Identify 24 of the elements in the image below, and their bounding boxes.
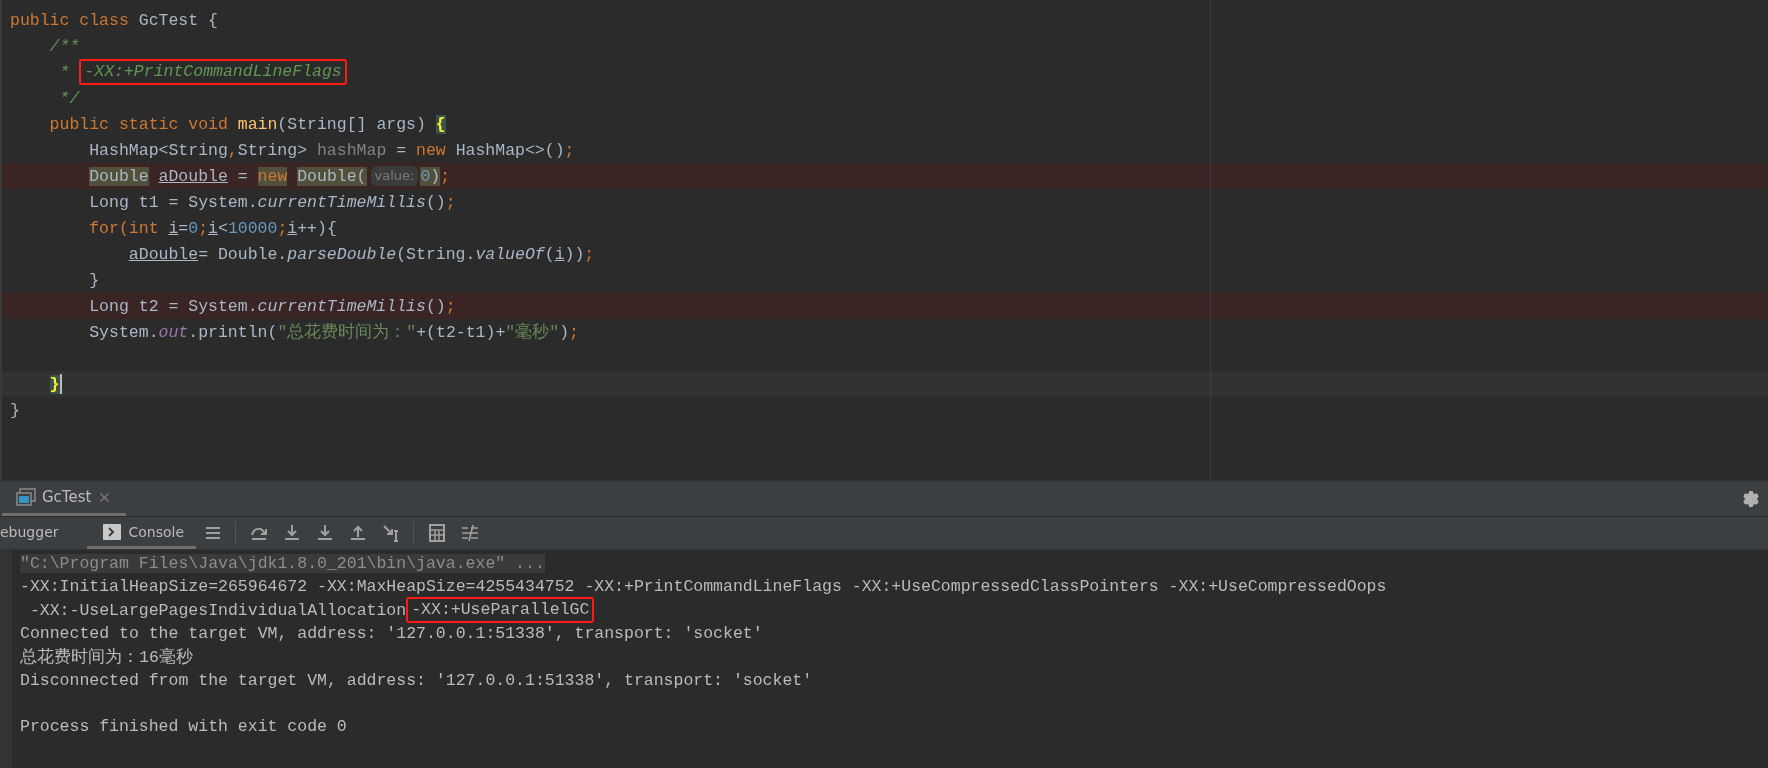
code-line: }: [9, 399, 21, 422]
console-line: Connected to the target VM, address: '127.0.0.1:51338', transport: 'socket': [20, 623, 764, 646]
code-line: for(int i=0;i<10000;i++){: [88, 217, 338, 240]
annotated-text: -XX:+PrintCommandLineFlags: [79, 59, 347, 85]
code-text: *: [58, 62, 71, 82]
code-line: public class GcTest {: [9, 9, 219, 32]
code-text: Double aDouble = new Double(: [88, 166, 367, 186]
code-line: System.out.println("总花费时间为："+(t2-t1)+"毫秒");: [88, 321, 580, 344]
panel-tab[interactable]: ebugger: [0, 517, 71, 549]
code-text: 0);: [420, 166, 451, 186]
console-line: Process finished with exit code 0: [20, 716, 348, 739]
console-text: -XX:-UseLargePagesIndividualAllocation: [28, 600, 407, 620]
parameter-hint: value:: [370, 166, 419, 186]
code-line: HashMap<String,String> hashMap = new HashMap<>();: [88, 139, 576, 162]
code-line: Long t1 = System.currentTimeMillis();: [88, 191, 457, 214]
console-line: 总花费时间为：16毫秒: [20, 646, 194, 669]
code-line: }: [88, 269, 101, 292]
code-line: /**: [48, 35, 81, 58]
code-line: */: [58, 87, 81, 110]
console-line: Disconnected from the target VM, address: '127.0.0.1:51338', transport: 'socket': [20, 669, 814, 692]
code-line: public static void main(String[] args) {: [48, 113, 447, 136]
code-line: aDouble= Double.parseDouble(String.valueOf(i));: [127, 243, 596, 266]
console-line: -XX:InitialHeapSize=265964672 -XX:MaxHeapSize=4255434752 -XX:+PrintCommandLineFlags -XX:+UseCompressedClassPointers -XX:+UseCompressedOops: [20, 576, 1387, 599]
annotated-text: -XX:+UseParallelGC: [406, 597, 595, 624]
